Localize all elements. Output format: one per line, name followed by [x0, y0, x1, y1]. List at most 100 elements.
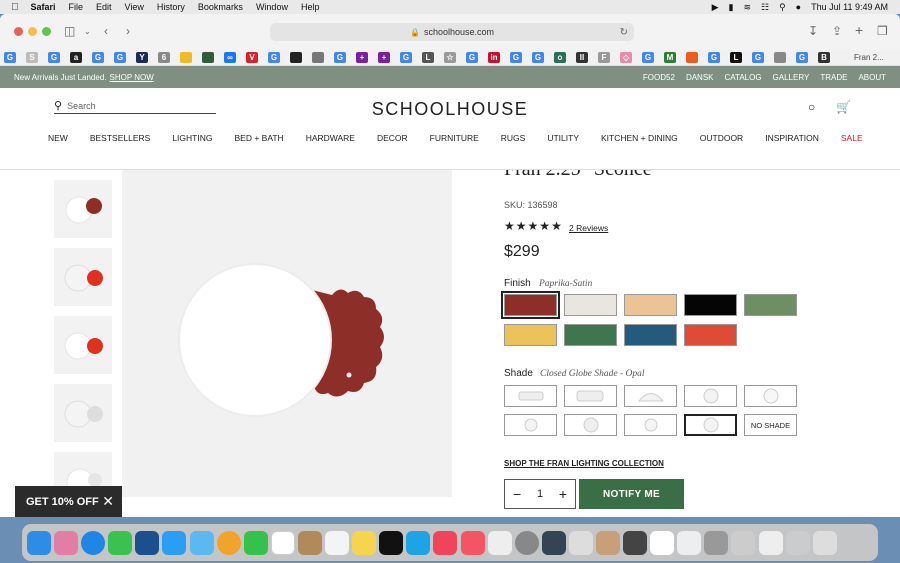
minus-icon[interactable]: − [513, 486, 521, 502]
play-icon[interactable]: ▶ [712, 2, 719, 13]
wifi-icon[interactable]: ≋ [743, 2, 751, 13]
favorite-circle-icon[interactable]: + [356, 52, 368, 63]
finish-swatch-white[interactable] [564, 294, 617, 316]
menu-window[interactable]: Window [256, 2, 288, 12]
zoom-window-button[interactable] [42, 27, 51, 36]
nav-hardware[interactable]: HARDWARE [306, 133, 355, 143]
product-thumbnail-4[interactable] [54, 384, 112, 442]
favorite-google-icon[interactable]: G [334, 52, 346, 63]
top-link-about[interactable]: ABOUT [858, 73, 886, 82]
calculator-icon[interactable] [623, 530, 648, 555]
finish-swatch-black[interactable] [684, 294, 737, 316]
favorite-linkedin-icon[interactable]: in [488, 52, 500, 63]
favorite-google-icon[interactable]: G [114, 52, 126, 63]
news-icon[interactable] [460, 530, 485, 555]
favorite-google-icon[interactable]: G [796, 52, 808, 63]
favorite-l-icon[interactable]: L [422, 52, 434, 63]
shade-option-4[interactable] [684, 385, 737, 407]
favorite-google-icon[interactable]: G [92, 52, 104, 63]
favorite-google-icon[interactable]: G [466, 52, 478, 63]
maps-icon[interactable] [189, 530, 214, 555]
shade-option-6[interactable] [504, 414, 557, 436]
nav-inspiration[interactable]: INSPIRATION [765, 133, 819, 143]
nav-rugs[interactable]: RUGS [501, 133, 526, 143]
product-thumbnail-1[interactable] [54, 180, 112, 238]
photos-icon[interactable] [216, 530, 241, 555]
siri-icon[interactable]: ● [796, 2, 801, 12]
account-icon[interactable]: ○ [808, 100, 815, 114]
favorite-diamond-icon[interactable]: ◇ [620, 52, 632, 63]
favorite-y-icon[interactable]: Y [136, 52, 148, 63]
favorite-google-icon[interactable]: G [4, 52, 16, 63]
favorite-google-icon[interactable]: G [532, 52, 544, 63]
document-icon[interactable] [677, 530, 702, 555]
finder-icon[interactable] [27, 530, 51, 555]
shade-option-7[interactable] [564, 414, 617, 436]
app-store-icon[interactable] [162, 530, 187, 555]
finish-swatch-paprika[interactable] [501, 291, 560, 319]
favorite-google-icon[interactable]: G [400, 52, 412, 63]
nav-utility[interactable]: UTILITY [547, 133, 579, 143]
menu-file[interactable]: File [69, 2, 84, 12]
finish-swatch-brass[interactable] [624, 294, 677, 316]
favorite-google-icon[interactable]: G [268, 52, 280, 63]
document-icon[interactable] [650, 530, 675, 555]
discount-popup-text[interactable]: GET 10% OFF [26, 496, 99, 508]
forward-icon[interactable]: › [126, 24, 130, 38]
favorite-dark-icon[interactable] [290, 52, 302, 63]
favorite-amazon-icon[interactable]: a [70, 52, 82, 63]
settings-icon[interactable] [514, 530, 539, 555]
product-thumbnail-3[interactable] [54, 316, 112, 374]
cart-icon[interactable]: 🛒 [836, 100, 851, 114]
music-icon[interactable] [433, 530, 458, 555]
favorite-star-icon[interactable]: ☆ [444, 52, 456, 63]
chevron-down-icon[interactable]: ⌄ [84, 27, 91, 36]
freeform-icon[interactable] [487, 530, 512, 555]
nav-bestsellers[interactable]: BESTSELLERS [90, 133, 150, 143]
nav-outdoor[interactable]: OUTDOOR [700, 133, 743, 143]
favorite-m-icon[interactable]: M [664, 52, 676, 63]
favorite-o-icon[interactable]: o [554, 52, 566, 63]
close-window-button[interactable] [14, 27, 23, 36]
finish-swatch-green[interactable] [744, 294, 797, 316]
app-icon[interactable] [595, 530, 620, 555]
favorite-slides-icon[interactable] [180, 52, 192, 63]
favorite-google-icon[interactable]: G [48, 52, 60, 63]
notify-me-button[interactable]: NOTIFY ME [579, 479, 684, 509]
shade-option-closed-globe-opal[interactable] [684, 414, 737, 436]
tab-overview-icon[interactable]: ❐ [877, 24, 888, 38]
back-icon[interactable]: ‹ [104, 24, 108, 38]
discount-popup[interactable]: GET 10% OFF ✕ [15, 486, 122, 517]
collection-link[interactable]: SHOP THE FRAN LIGHTING COLLECTION [504, 459, 664, 468]
finish-swatch-red[interactable] [684, 324, 737, 346]
menu-bookmarks[interactable]: Bookmarks [198, 2, 243, 12]
calendar-icon[interactable] [270, 530, 295, 555]
menu-view[interactable]: View [125, 2, 144, 12]
favorite-tool-icon[interactable] [312, 52, 324, 63]
nav-furniture[interactable]: FURNITURE [430, 133, 479, 143]
minimize-window-button[interactable] [28, 27, 37, 36]
document-icon[interactable] [758, 530, 783, 555]
trash-icon[interactable] [812, 530, 837, 555]
nav-new[interactable]: NEW [48, 133, 68, 143]
facetime-icon[interactable] [243, 530, 268, 555]
download-icon[interactable]: ↧ [808, 24, 818, 38]
contacts-icon[interactable] [297, 530, 322, 555]
menu-app-name[interactable]: Safari [31, 2, 56, 12]
finish-swatch-yellow[interactable] [504, 324, 557, 346]
preview-icon[interactable] [541, 530, 566, 555]
shade-option-8[interactable] [624, 414, 677, 436]
top-link-gallery[interactable]: GALLERY [773, 73, 810, 82]
favorite-google-icon[interactable]: G [510, 52, 522, 63]
reminders-icon[interactable] [325, 530, 350, 555]
shade-option-3[interactable] [624, 385, 677, 407]
textedit-icon[interactable] [568, 530, 593, 555]
apple-tv-icon[interactable] [379, 530, 404, 555]
address-bar[interactable]: 🔒 schoolhouse.com ↻ [270, 23, 634, 41]
nav-sale[interactable]: SALE [841, 133, 863, 143]
top-link-dansk[interactable]: DANSK [686, 73, 714, 82]
menu-edit[interactable]: Edit [96, 2, 112, 12]
shade-option-1[interactable] [504, 385, 557, 407]
apple-menu-icon[interactable]:  [11, 2, 19, 13]
top-link-catalog[interactable]: CATALOG [725, 73, 762, 82]
